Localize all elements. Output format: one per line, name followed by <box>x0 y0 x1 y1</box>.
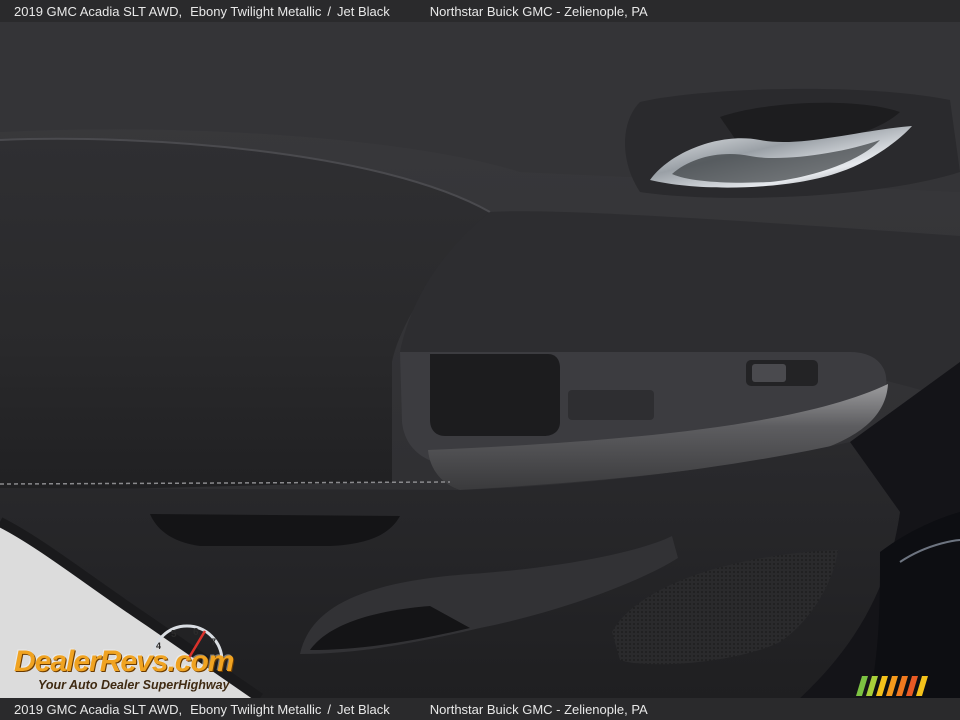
vehicle-title: 2019 GMC Acadia SLT AWD, <box>14 701 183 717</box>
exterior-color: Ebony Twilight Metallic <box>190 701 322 717</box>
exterior-color: Ebony Twilight Metallic <box>190 3 322 19</box>
bottom-caption-bar: 2019 GMC Acadia SLT AWD, Ebony Twilight … <box>0 698 960 720</box>
dealer-name: Northstar Buick GMC - Zelienople, PA <box>429 3 648 19</box>
top-caption-bar: 2019 GMC Acadia SLT AWD, Ebony Twilight … <box>0 0 960 22</box>
interior-color: Jet Black <box>337 3 390 19</box>
gauge-digit: 5 <box>171 629 177 640</box>
storage-slot <box>150 514 400 546</box>
window-switch <box>752 364 786 382</box>
door-panel-photo <box>0 22 960 698</box>
pull-cup <box>430 354 560 436</box>
dealerrevs-watermark: 4 5 6 7 DealerRevs.com Your Auto Dealer … <box>12 623 262 693</box>
caption-separator: / <box>327 701 332 717</box>
caption-separator: / <box>327 3 332 19</box>
vehicle-title: 2019 GMC Acadia SLT AWD, <box>14 3 183 19</box>
stripes-logo <box>856 676 928 696</box>
bezel-step <box>568 390 654 420</box>
watermark-tagline: Your Auto Dealer SuperHighway <box>38 678 230 692</box>
door-panel-illustration <box>0 22 960 698</box>
watermark-brand: DealerRevs.com <box>14 645 234 678</box>
gauge-digit: 6 <box>193 627 199 638</box>
interior-color: Jet Black <box>337 701 390 717</box>
dealer-name: Northstar Buick GMC - Zelienople, PA <box>429 701 648 717</box>
